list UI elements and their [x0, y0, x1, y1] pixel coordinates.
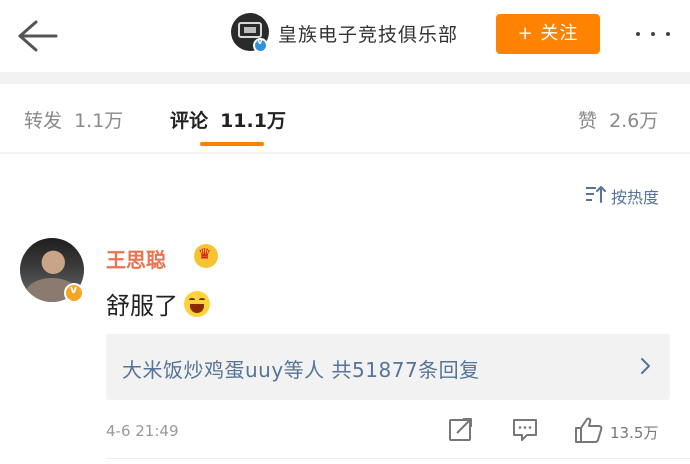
- comment-divider: [106, 458, 690, 459]
- reply-icon[interactable]: [512, 416, 538, 446]
- commenter-name[interactable]: 王思聪: [106, 244, 166, 273]
- like-icon[interactable]: [574, 416, 604, 448]
- sort-by-hot-button[interactable]: 按热度: [585, 184, 659, 208]
- replies-summary-box[interactable]: 大米饭炒鸡蛋uuy等人 共51877条回复: [106, 334, 670, 400]
- more-dots-icon[interactable]: [632, 22, 676, 44]
- section-divider: [0, 72, 690, 84]
- tab-comments[interactable]: 评论 11.1万: [170, 106, 286, 133]
- tab-reposts[interactable]: 转发 1.1万: [24, 106, 123, 133]
- tabs-divider: [0, 152, 690, 154]
- crown-vip-icon: [194, 244, 218, 268]
- tab-bar: 转发 1.1万 评论 11.1万 赞 2.6万: [0, 84, 690, 152]
- sort-icon: [585, 185, 607, 207]
- verified-gold-badge-icon: [64, 283, 84, 303]
- comment-timestamp: 4-6 21:49: [106, 422, 179, 440]
- account-name[interactable]: 皇族电子竞技俱乐部: [278, 20, 458, 47]
- tab-count: 2.6万: [609, 110, 659, 132]
- like-count: 13.5万: [610, 424, 659, 442]
- sort-label: 按热度: [611, 188, 660, 207]
- tab-likes[interactable]: 赞 2.6万: [578, 106, 658, 133]
- tab-label: 转发: [24, 110, 63, 132]
- active-tab-indicator: [200, 142, 264, 146]
- chevron-right-icon: [640, 356, 652, 381]
- follow-button[interactable]: + 关注: [496, 14, 600, 54]
- tab-count: 11.1万: [220, 110, 286, 132]
- comment-body: 舒服了: [106, 286, 210, 321]
- share-icon[interactable]: [448, 416, 474, 446]
- comment-text: 舒服了: [106, 292, 178, 320]
- verified-badge-icon: [253, 37, 268, 53]
- tab-label: 赞: [578, 110, 598, 132]
- replies-summary-text: 大米饭炒鸡蛋uuy等人 共51877条回复: [122, 358, 480, 382]
- tab-label: 评论: [170, 110, 209, 132]
- top-bar: 皇族电子竞技俱乐部 + 关注: [0, 0, 690, 72]
- tab-count: 1.1万: [74, 110, 124, 132]
- back-arrow-icon[interactable]: [14, 16, 58, 56]
- laughing-emoji-icon: [184, 290, 210, 317]
